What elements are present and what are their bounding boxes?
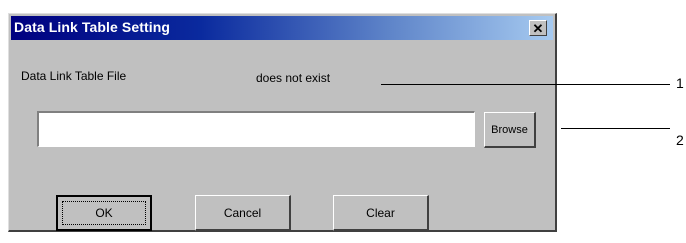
ok-button[interactable]: OK (56, 195, 152, 231)
dialog-window: Data Link Table Setting ✕ Data Link Tabl… (8, 13, 557, 232)
title-bar[interactable]: Data Link Table Setting ✕ (11, 16, 553, 40)
callout-number-2: 2 (676, 132, 684, 148)
focus-rectangle (62, 201, 146, 225)
callout-line-1 (381, 84, 670, 85)
callout-number-1: 1 (676, 75, 684, 91)
browse-button[interactable]: Browse (484, 112, 536, 148)
dialog-title: Data Link Table Setting (14, 19, 171, 35)
clear-button[interactable]: Clear (333, 195, 429, 231)
file-path-input[interactable] (37, 111, 475, 147)
file-status-text: does not exist (256, 71, 331, 85)
close-icon: ✕ (532, 20, 544, 36)
file-label: Data Link Table File (21, 69, 127, 83)
cancel-button[interactable]: Cancel (195, 195, 291, 231)
callout-line-2 (561, 128, 670, 129)
close-button[interactable]: ✕ (529, 20, 547, 36)
